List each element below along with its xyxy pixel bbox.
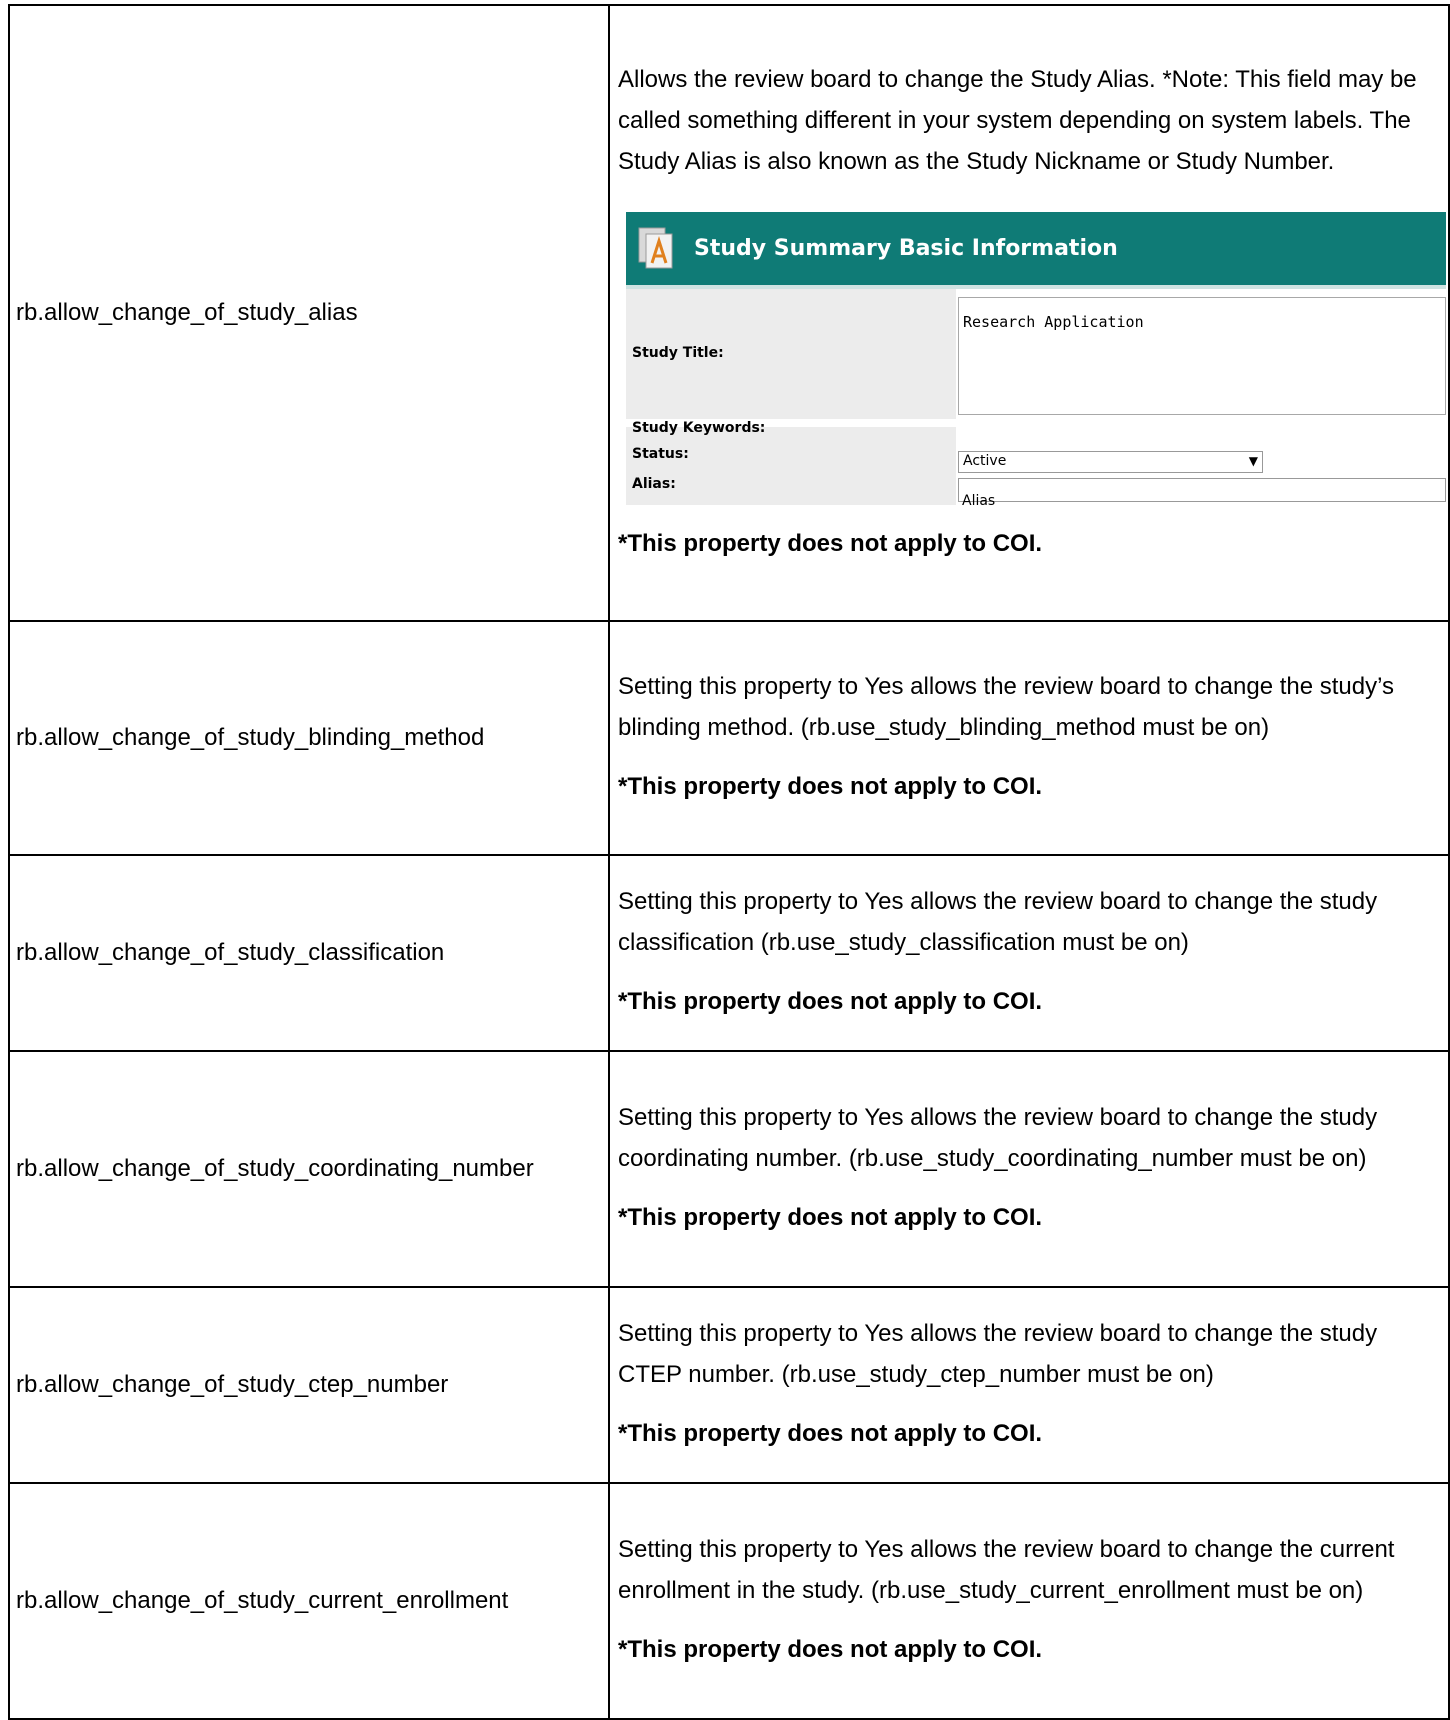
document-icon [638,227,674,269]
alias-label: Alias: [626,474,956,505]
property-description-cell: Setting this property to Yes allows the … [608,620,1450,856]
alias-field[interactable]: Alias [958,477,1446,509]
property-name: rb.allow_change_of_study_ctep_number [8,1286,610,1484]
property-name: rb.allow_change_of_study_alias [8,4,610,622]
study-keywords-value [956,427,1446,449]
study-title-label: Study Title: [626,288,956,419]
screenshot-title: Study Summary Basic Information [694,235,1118,261]
status-select[interactable]: Active ▼ [958,450,1263,473]
property-description: Setting this property to Yes allows the … [618,887,1378,956]
table-row: rb.allow_change_of_study_current_enrollm… [8,1482,1450,1720]
property-name: rb.allow_change_of_study_coordinating_nu… [8,1050,610,1288]
coi-note: *This property does not apply to COI. [618,772,1043,800]
screenshot-header: Study Summary Basic Information [626,211,1446,289]
property-description: Setting this property to Yes allows the … [618,1319,1378,1388]
table-row: rb.allow_change_of_study_ctep_number Set… [8,1286,1450,1484]
coi-note: *This property does not apply to COI. [618,1419,1043,1447]
table-row: rb.allow_change_of_study_classification … [8,854,1450,1052]
study-title-field[interactable]: Research Application [958,296,1446,415]
coi-note: *This property does not apply to COI. [618,1203,1043,1231]
properties-table: rb.allow_change_of_study_alias Allows th… [8,4,1450,1720]
property-description-cell: Allows the review board to change the St… [608,4,1450,622]
table-row: rb.allow_change_of_study_coordinating_nu… [8,1050,1450,1288]
study-form: Study Title: Research Application Study … [626,288,1446,509]
property-description: Setting this property to Yes allows the … [618,1535,1395,1604]
property-description-cell: Setting this property to Yes allows the … [608,1050,1450,1288]
property-description-cell: Setting this property to Yes allows the … [608,1286,1450,1484]
property-description-cell: Setting this property to Yes allows the … [608,854,1450,1052]
property-description: Allows the review board to change the St… [618,65,1417,175]
property-name: rb.allow_change_of_study_blinding_method [8,620,610,856]
property-description: Setting this property to Yes allows the … [618,672,1395,741]
property-description-cell: Setting this property to Yes allows the … [608,1482,1450,1720]
coi-note: *This property does not apply to COI. [618,529,1043,557]
property-description: Setting this property to Yes allows the … [618,1103,1378,1172]
table-row: rb.allow_change_of_study_blinding_method… [8,620,1450,856]
coi-note: *This property does not apply to COI. [618,987,1043,1015]
coi-note: *This property does not apply to COI. [618,1635,1043,1663]
embedded-screenshot: Study Summary Basic Information Study Ti… [626,211,1446,509]
property-name: rb.allow_change_of_study_classification [8,854,610,1052]
table-row: rb.allow_change_of_study_alias Allows th… [8,4,1450,622]
property-name: rb.allow_change_of_study_current_enrollm… [8,1482,610,1720]
